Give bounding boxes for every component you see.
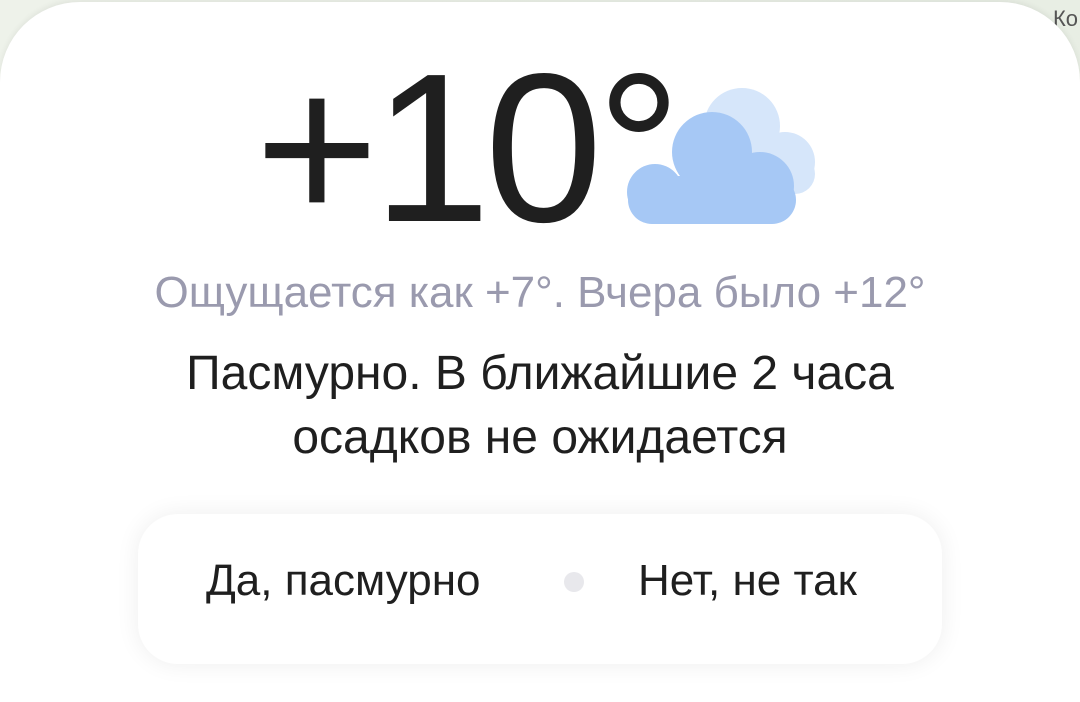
overcast-cloud-icon [627, 88, 815, 224]
condition-line-1: Пасмурно. В ближайшие 2 часа [186, 347, 894, 400]
reject-forecast-button[interactable]: Нет, не так [638, 556, 857, 606]
temperature-row: +10° [255, 42, 681, 254]
temperature-value: +10° [255, 29, 681, 266]
condition-text: Пасмурно. В ближайшие 2 часа осадков не … [0, 342, 1080, 470]
feedback-panel: Да, пасмурно Нет, не так [138, 514, 942, 664]
confirm-overcast-button[interactable]: Да, пасмурно [206, 556, 481, 606]
separator-dot [564, 572, 584, 592]
feels-like-text: Ощущается как +7°. Вчера было +12° [154, 268, 926, 317]
weather-card: +10° Ощущается как +7°. Вчера было +12° … [0, 2, 1080, 702]
condition-line-2: осадков не ожидается [292, 411, 788, 464]
